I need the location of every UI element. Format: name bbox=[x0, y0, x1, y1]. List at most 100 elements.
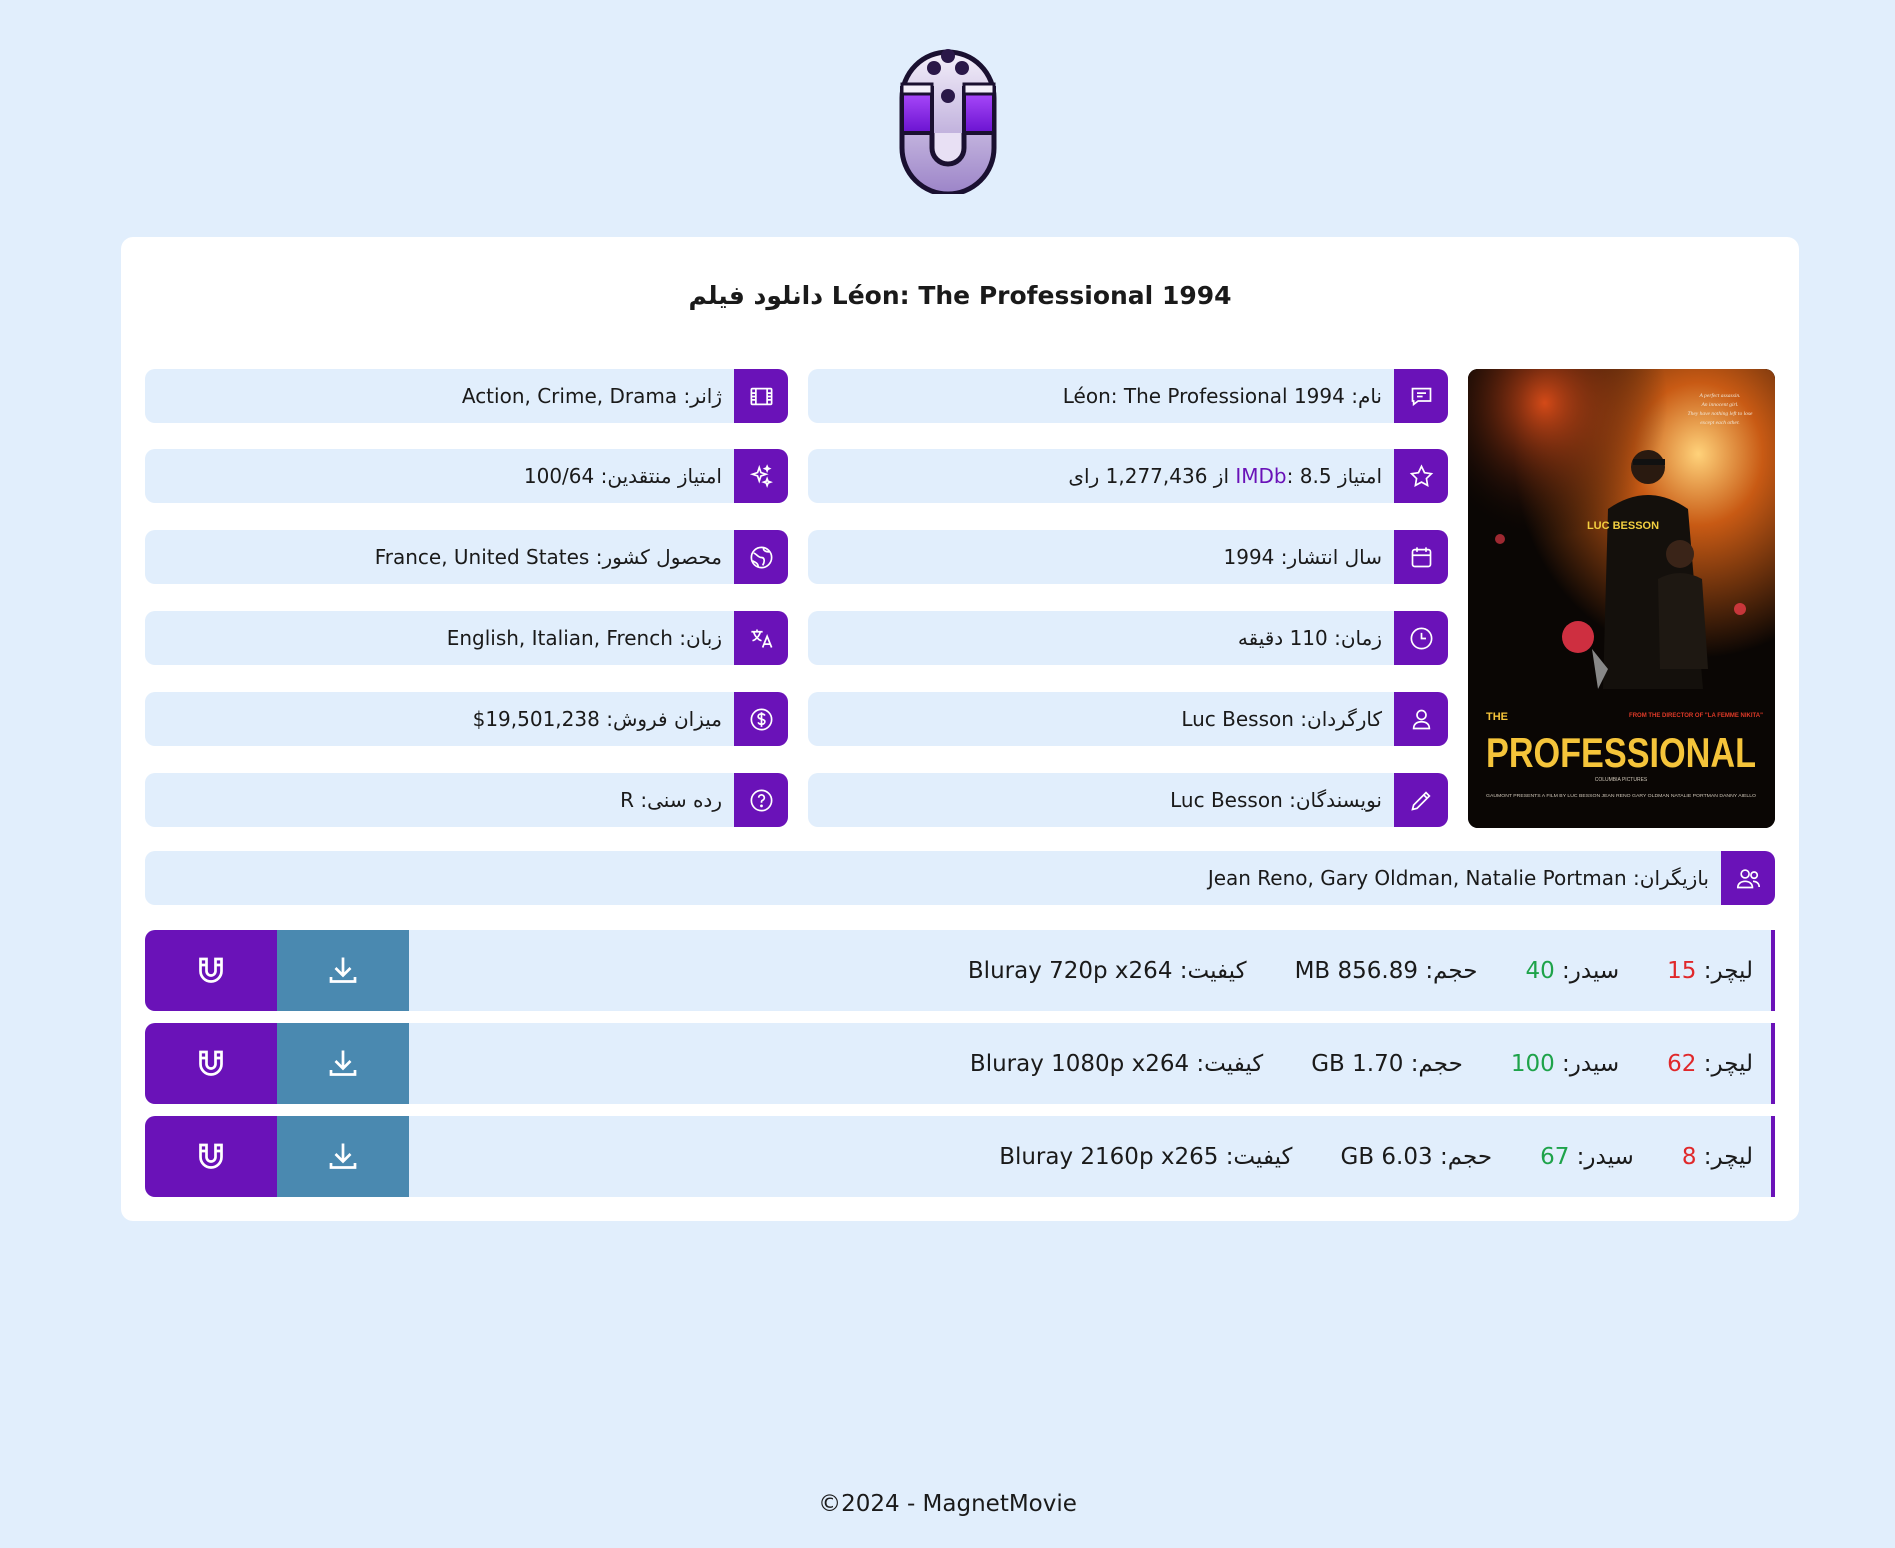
info-value: Léon: The Professional 1994 bbox=[1062, 384, 1345, 408]
magnet-link-button[interactable] bbox=[145, 1116, 277, 1197]
info-label: رده سنی: bbox=[640, 788, 722, 812]
info-country: محصول کشور: France, United States bbox=[145, 530, 788, 584]
download-icon bbox=[329, 957, 357, 983]
info-value: 100/64 bbox=[523, 464, 595, 488]
info-release-year: سال انتشار: 1994 bbox=[808, 530, 1448, 584]
size-value: 1.70 GB bbox=[1311, 1050, 1404, 1077]
info-imdb-rating: امتیاز IMDb: 8.5 از 1,277,436 رای bbox=[808, 449, 1448, 503]
footer-copyright: ©2024 - MagnetMovie bbox=[818, 1491, 1077, 1517]
size-label: حجم: bbox=[1425, 957, 1478, 984]
poster-top-line: except each other. bbox=[1700, 420, 1740, 426]
poster-title-line1: THE bbox=[1486, 711, 1508, 723]
seeders-label: سیدر: bbox=[1576, 1143, 1634, 1170]
calendar-icon bbox=[1394, 530, 1448, 584]
site-logo[interactable] bbox=[0, 38, 1895, 194]
translate-icon bbox=[734, 611, 788, 665]
leechers-label: لیچر: bbox=[1703, 1050, 1753, 1077]
sparkles-icon bbox=[734, 449, 788, 503]
leechers-value: 15 bbox=[1667, 957, 1697, 984]
chat-icon bbox=[1394, 369, 1448, 423]
quality-label: کیفیت: bbox=[1225, 1143, 1293, 1170]
quality-value: Bluray 1080p x264 bbox=[969, 1050, 1190, 1077]
info-label: ژانر: bbox=[683, 384, 722, 408]
pencil-icon bbox=[1394, 773, 1448, 827]
info-label: محصول کشور: bbox=[595, 545, 722, 569]
download-details: کیفیت: Bluray 720p x264 حجم: 856.89 MB س… bbox=[920, 930, 1753, 1011]
download-button[interactable] bbox=[277, 1023, 409, 1104]
download-icon bbox=[329, 1050, 357, 1076]
info-value: Luc Besson bbox=[1181, 707, 1294, 731]
info-label: امتیاز منتقدین: bbox=[600, 464, 722, 488]
poster-billing: GAUMONT PRESENTS A FILM BY LUC BESSON JE… bbox=[1486, 793, 1756, 798]
info-age-rating: رده سنی: R bbox=[145, 773, 788, 827]
info-value: France, United States bbox=[374, 545, 590, 569]
info-value: 1994 bbox=[1223, 545, 1275, 569]
quality-label: کیفیت: bbox=[1179, 957, 1247, 984]
download-row: کیفیت: Bluray 1080p x264 حجم: 1.70 GB سی… bbox=[145, 1023, 1775, 1104]
size-value: 856.89 MB bbox=[1294, 957, 1418, 984]
info-label: نویسندگان: bbox=[1289, 788, 1382, 812]
info-value: $19,501,238 bbox=[472, 707, 600, 731]
info-genre: ژانر: Action, Crime, Drama bbox=[145, 369, 788, 423]
imdb-link[interactable]: IMDb bbox=[1235, 464, 1286, 488]
info-label: بازیگران: bbox=[1633, 866, 1709, 890]
download-details: کیفیت: Bluray 2160p x265 حجم: 6.03 GB سی… bbox=[951, 1116, 1753, 1197]
info-label: میزان فروش: bbox=[606, 707, 722, 731]
size-value: 6.03 GB bbox=[1340, 1143, 1433, 1170]
download-icon bbox=[329, 1143, 357, 1169]
poster-title: PROFESSIONAL bbox=[1486, 729, 1756, 776]
info-critics-score: امتیاز منتقدین: 100/64 bbox=[145, 449, 788, 503]
info-value: Luc Besson bbox=[1170, 788, 1283, 812]
poster-tagline: FROM THE DIRECTOR OF "LA FEMME NIKITA" bbox=[1629, 713, 1763, 719]
globe-icon bbox=[734, 530, 788, 584]
quality-label: کیفیت: bbox=[1196, 1050, 1264, 1077]
quality-value: Bluray 2160p x265 bbox=[999, 1143, 1219, 1170]
info-label: زبان: bbox=[679, 626, 722, 650]
question-icon bbox=[734, 773, 788, 827]
poster-top-line: An innocent girl. bbox=[1700, 402, 1738, 408]
info-value: Action, Crime, Drama bbox=[461, 384, 678, 408]
info-label: زمان: bbox=[1334, 626, 1382, 650]
movie-card: دانلود فیلم Léon: The Professional 1994 bbox=[121, 237, 1799, 1221]
magnet-link-button[interactable] bbox=[145, 930, 277, 1011]
download-row: کیفیت: Bluray 720p x264 حجم: 856.89 MB س… bbox=[145, 930, 1775, 1011]
size-label: حجم: bbox=[1410, 1050, 1463, 1077]
leechers-value: 8 bbox=[1681, 1143, 1697, 1170]
info-name: نام: Léon: The Professional 1994 bbox=[808, 369, 1448, 423]
magnet-icon bbox=[199, 1143, 223, 1169]
info-label: : bbox=[1286, 464, 1294, 488]
clock-icon bbox=[1394, 611, 1448, 665]
info-director: کارگردان: Luc Besson bbox=[808, 692, 1448, 746]
film-icon bbox=[734, 369, 788, 423]
info-writers: نویسندگان: Luc Besson bbox=[808, 773, 1448, 827]
download-button[interactable] bbox=[277, 1116, 409, 1197]
info-label: امتیاز bbox=[1337, 464, 1382, 488]
magnet-icon bbox=[199, 957, 223, 983]
download-button[interactable] bbox=[277, 930, 409, 1011]
size-label: حجم: bbox=[1439, 1143, 1493, 1170]
info-runtime: زمان: 110 دقیقه bbox=[808, 611, 1448, 665]
users-icon bbox=[1721, 851, 1775, 905]
quality-value: Bluray 720p x264 bbox=[967, 957, 1173, 984]
info-label: کارگردان: bbox=[1300, 707, 1382, 731]
poster-top-line: A perfect assassin. bbox=[1699, 392, 1741, 399]
info-label: نام: bbox=[1351, 384, 1382, 408]
magnet-icon bbox=[199, 1050, 223, 1076]
poster-top-line: They have nothing left to lose bbox=[1688, 410, 1753, 417]
info-value: R bbox=[620, 788, 635, 812]
info-value: Jean Reno, Gary Oldman, Natalie Portman bbox=[1207, 866, 1627, 890]
info-value: 110 دقیقه bbox=[1237, 626, 1328, 650]
poster-credit-footer: COLUMBIA PICTURES bbox=[1595, 777, 1648, 783]
download-row: کیفیت: Bluray 2160p x265 حجم: 6.03 GB سی… bbox=[145, 1116, 1775, 1197]
info-cast: بازیگران: Jean Reno, Gary Oldman, Natali… bbox=[145, 851, 1775, 905]
seeders-value: 40 bbox=[1525, 957, 1555, 984]
info-box-office: میزان فروش: $19,501,238 bbox=[145, 692, 788, 746]
seeders-label: سیدر: bbox=[1562, 957, 1620, 984]
magnet-link-button[interactable] bbox=[145, 1023, 277, 1104]
seeders-label: سیدر: bbox=[1562, 1050, 1620, 1077]
star-icon bbox=[1394, 449, 1448, 503]
leechers-value: 62 bbox=[1667, 1050, 1697, 1077]
movie-poster: LUC BESSON A perfect assassin. An innoce… bbox=[1468, 369, 1775, 828]
download-details: کیفیت: Bluray 1080p x264 حجم: 1.70 GB سی… bbox=[922, 1023, 1753, 1104]
leechers-label: لیچر: bbox=[1703, 957, 1753, 984]
